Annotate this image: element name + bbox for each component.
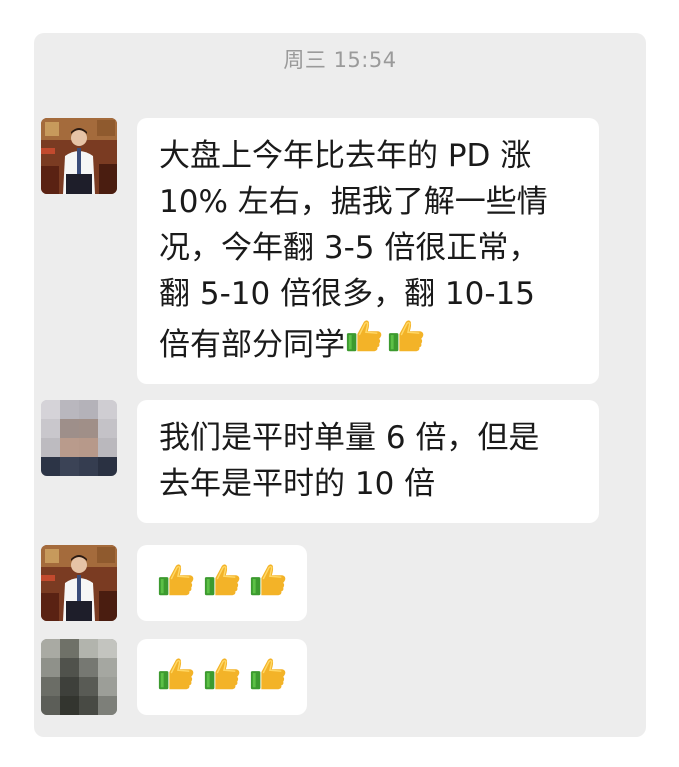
message-text: 我们是平时单量 6 倍，但是 去年是平时的 10 倍 (159, 420, 540, 502)
avatar[interactable] (41, 639, 117, 715)
thumbs-up-emoji-icon (345, 317, 383, 355)
message-row (41, 639, 307, 715)
blurred-avatar-2-icon (41, 639, 117, 715)
thumbs-up-emoji-icon (249, 561, 287, 599)
thumbs-up-emoji-icon (249, 655, 287, 693)
thumbs-up-emoji-icon (157, 561, 195, 599)
thumbs-up-emoji-icon (387, 317, 425, 355)
message-row: 大盘上今年比去年的 PD 涨 10% 左右，据我了解一些情 况，今年翻 3-5 … (41, 118, 599, 384)
male-suit-avatar-icon (41, 545, 117, 621)
thumbs-up-emoji-icon (203, 655, 241, 693)
emoji-group (345, 317, 425, 355)
timestamp: 周三 15:54 (283, 48, 397, 72)
chat-screen: 周三 15:54 大盘上今年比去年的 PD 涨 10% 左右，据我了解一些情 况… (34, 33, 646, 737)
emoji-group (157, 561, 287, 599)
thumbs-up-emoji-icon (157, 655, 195, 693)
avatar[interactable] (41, 400, 117, 476)
message-bubble[interactable] (137, 545, 307, 621)
message-bubble[interactable]: 我们是平时单量 6 倍，但是 去年是平时的 10 倍 (137, 400, 599, 523)
message-bubble[interactable]: 大盘上今年比去年的 PD 涨 10% 左右，据我了解一些情 况，今年翻 3-5 … (137, 118, 599, 384)
message-row: 我们是平时单量 6 倍，但是 去年是平时的 10 倍 (41, 400, 599, 523)
blurred-avatar-icon (41, 400, 117, 476)
male-suit-avatar-icon (41, 118, 117, 194)
avatar[interactable] (41, 118, 117, 194)
avatar[interactable] (41, 545, 117, 621)
thumbs-up-emoji-icon (203, 561, 241, 599)
message-bubble[interactable] (137, 639, 307, 715)
emoji-group (157, 655, 287, 693)
message-row (41, 545, 307, 621)
